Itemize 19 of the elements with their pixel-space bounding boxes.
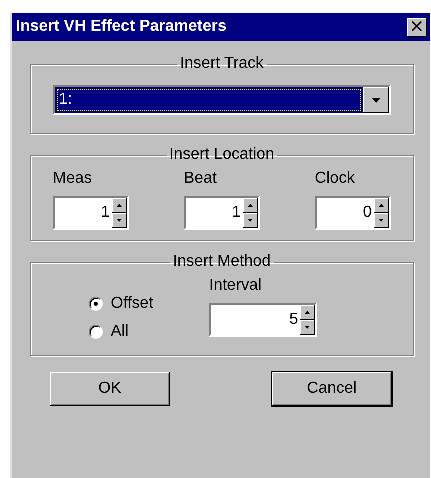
- field-label: Beat: [184, 170, 218, 188]
- radio-option[interactable]: All: [89, 323, 154, 341]
- track-dropdown[interactable]: 1:: [53, 85, 391, 115]
- group-title: Insert Method: [172, 253, 272, 271]
- radio-button[interactable]: [89, 297, 103, 311]
- radio-option[interactable]: Offset: [89, 295, 154, 313]
- field-label: Clock: [315, 170, 356, 188]
- close-button[interactable]: ×: [407, 18, 427, 36]
- dropdown-value: 1:: [56, 88, 362, 112]
- caret-icon: [372, 98, 380, 102]
- ok-button[interactable]: OK: [50, 372, 170, 406]
- field-label: Interval: [209, 277, 263, 295]
- group-title: Insert Location: [168, 146, 276, 164]
- window-title: Insert VH Effect Parameters: [16, 18, 227, 36]
- radio-button[interactable]: [89, 325, 103, 339]
- cancel-button[interactable]: Cancel: [272, 372, 392, 406]
- group-title: Insert Track: [179, 55, 265, 73]
- field-label: Meas: [53, 170, 94, 188]
- dropdown-button[interactable]: [363, 87, 389, 113]
